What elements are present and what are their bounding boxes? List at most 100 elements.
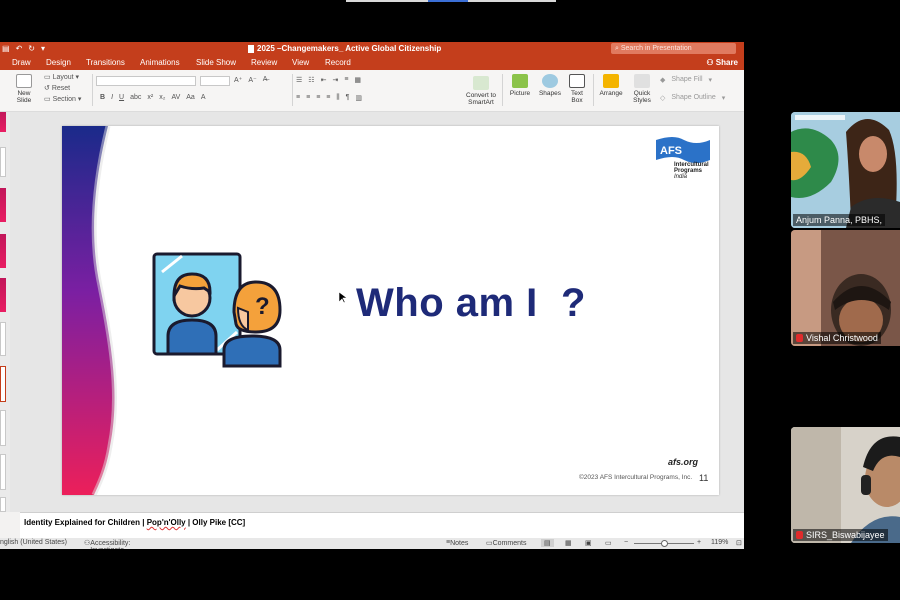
new-slide-button[interactable]: New Slide — [10, 74, 38, 104]
tab-design[interactable]: Design — [46, 58, 71, 67]
speaker-notes[interactable]: Identity Explained for Children | Pop'n'… — [20, 512, 744, 538]
participant-name-row: Vishal Christwood — [793, 332, 881, 344]
share-button[interactable]: ⚇ Share — [706, 58, 738, 67]
afs-logo: AFS Intercultural Programs India — [654, 134, 712, 184]
slide-thumbnail[interactable] — [0, 497, 6, 512]
menu-bar: Draw Design Transitions Animations Slide… — [0, 56, 744, 70]
shape-outline-button[interactable]: ◇ Shape Outline ▾ — [660, 94, 725, 102]
redo-icon[interactable]: ↻ — [28, 44, 35, 53]
slide-thumbnail[interactable] — [0, 234, 6, 268]
participant-name: SIRS_Biswabijayee — [806, 530, 885, 540]
tab-review[interactable]: Review — [251, 58, 277, 67]
reading-view-icon[interactable]: ▣ — [585, 539, 592, 547]
quick-styles-button[interactable]: Quick Styles — [629, 74, 655, 104]
participant-name: Vishal Christwood — [806, 333, 878, 343]
zoom-in-button[interactable]: + — [697, 539, 701, 546]
shape-fill-button[interactable]: ◆ Shape Fill ▾ — [660, 76, 712, 84]
font-size-controls[interactable]: A⁺ A⁻ A̶ — [234, 76, 267, 84]
powerpoint-window: ▤ ↶ ↻ ▾ 2025 –Changemakers_ Active Globa… — [0, 42, 744, 549]
slide-number: 11 — [699, 473, 709, 483]
slide-thumbnail[interactable] — [0, 322, 6, 356]
tab-slide-show[interactable]: Slide Show — [196, 58, 236, 67]
afs-logo-subtitle: Intercultural Programs — [674, 162, 709, 174]
convert-smartart-button[interactable]: Convert to SmartArt — [464, 76, 498, 106]
slide-thumbnails — [0, 112, 10, 512]
participant-video-frame — [791, 427, 900, 543]
layout-button[interactable]: ▭ Layout ▾ — [44, 73, 81, 81]
slide-thumbnail[interactable] — [0, 454, 6, 490]
comments-toggle[interactable]: ▭ Comments — [486, 539, 526, 547]
afs-flag-icon: AFS — [656, 137, 710, 163]
slide-sorter-icon[interactable]: ▦ — [565, 539, 572, 547]
slideshow-icon[interactable]: ▭ — [605, 539, 612, 547]
tab-transitions[interactable]: Transitions — [86, 58, 125, 67]
picture-button[interactable]: Picture — [508, 74, 532, 97]
slide-thumbnail-selected[interactable] — [0, 366, 6, 402]
participant-name: Anjum Panna, PBHS, — [793, 214, 886, 226]
customize-icon[interactable]: ▾ — [41, 44, 45, 53]
tab-animations[interactable]: Animations — [140, 58, 180, 67]
font-size-select[interactable] — [200, 76, 230, 86]
font-format-controls[interactable]: B I Uabc x² x₂ AV Aa A — [100, 94, 206, 101]
accessibility-status[interactable]: ⚇ Accessibility: Investigate — [84, 539, 130, 549]
save-icon[interactable]: ▤ — [2, 44, 10, 53]
slide-thumbnail[interactable] — [0, 188, 6, 222]
tab-draw[interactable]: Draw — [12, 58, 31, 67]
slide-thumbnail[interactable] — [0, 112, 6, 132]
participant-video-tile[interactable]: SIRS_Biswabijayee — [791, 427, 900, 543]
font-family-select[interactable] — [96, 76, 196, 86]
participant-video-tile[interactable]: Vishal Christwood — [791, 230, 900, 346]
shapes-icon — [542, 74, 558, 88]
arrange-button[interactable]: Arrange — [597, 74, 625, 97]
normal-view-icon[interactable]: ▤ — [541, 539, 554, 547]
quick-styles-icon — [634, 74, 650, 88]
current-slide[interactable]: ? Who am I ? AFS Intercultural Programs … — [62, 126, 719, 495]
zoom-level[interactable]: 119% — [711, 539, 728, 546]
text-box-icon — [569, 74, 585, 88]
slide-thumbnail[interactable] — [0, 278, 6, 312]
afs-logo-country: India — [674, 174, 688, 180]
notes-toggle[interactable]: ≡ Notes — [446, 539, 468, 547]
slide-thumbnail[interactable] — [0, 147, 6, 177]
fit-slide-icon[interactable]: ⊡ — [736, 539, 742, 547]
search-input[interactable]: ⌕ Search in Presentation — [611, 43, 736, 54]
participant-name-row: SIRS_Biswabijayee — [793, 529, 888, 541]
document-icon — [248, 44, 254, 53]
svg-text:?: ? — [255, 293, 270, 320]
ribbon: New Slide ▭ Layout ▾ ↺ Reset ▭ Section ▾… — [0, 70, 744, 112]
new-slide-icon — [16, 74, 32, 88]
language-status[interactable]: nglish (United States) — [0, 539, 67, 546]
reset-button[interactable]: ↺ Reset — [44, 84, 81, 92]
notes-link-text: Pop'n'Olly — [146, 518, 186, 527]
zoom-out-button[interactable]: − — [624, 539, 628, 546]
document-title: 2025 –Changemakers_ Active Global Citize… — [257, 44, 442, 53]
align-controls[interactable]: ≡ ≡ ≡ ≡ ⫼ ¶ ▥ — [296, 94, 362, 102]
participant-video-frame — [791, 112, 900, 228]
slide-copyright: ©2023 AFS Intercultural Programs, Inc. — [579, 474, 693, 481]
afs-website: afs.org — [668, 457, 699, 467]
list-controls[interactable]: ☰ ☷ ⇤ ⇥ ≡ ▦ — [296, 76, 361, 84]
picture-icon — [512, 74, 528, 88]
mouse-cursor-icon — [339, 292, 347, 304]
screen: ▤ ↶ ↻ ▾ 2025 –Changemakers_ Active Globa… — [0, 0, 900, 600]
tab-record[interactable]: Record — [325, 58, 351, 67]
zoom-slider-handle[interactable] — [661, 540, 668, 547]
title-bar: ▤ ↶ ↻ ▾ 2025 –Changemakers_ Active Globa… — [0, 42, 744, 56]
shapes-button[interactable]: Shapes — [537, 74, 563, 97]
status-bar: nglish (United States) ⚇ Accessibility: … — [0, 538, 744, 549]
arrange-icon — [603, 74, 619, 88]
slide-editor: ? Who am I ? AFS Intercultural Programs … — [0, 112, 744, 512]
section-button[interactable]: ▭ Section ▾ — [44, 95, 81, 103]
muted-mic-icon — [796, 531, 803, 539]
text-box-button[interactable]: Text Box — [567, 74, 587, 104]
muted-mic-icon — [796, 334, 803, 342]
tab-view[interactable]: View — [292, 58, 309, 67]
participant-video-frame — [791, 230, 900, 346]
undo-icon[interactable]: ↶ — [16, 44, 23, 53]
slide-thumbnail[interactable] — [0, 410, 6, 446]
slide-heading: Who am I ? — [356, 281, 586, 325]
smartart-icon — [473, 76, 489, 90]
participant-video-tile[interactable]: Anjum Panna, PBHS, — [791, 112, 900, 228]
svg-text:AFS: AFS — [660, 145, 682, 157]
identity-mirror-illustration: ? — [152, 252, 282, 368]
